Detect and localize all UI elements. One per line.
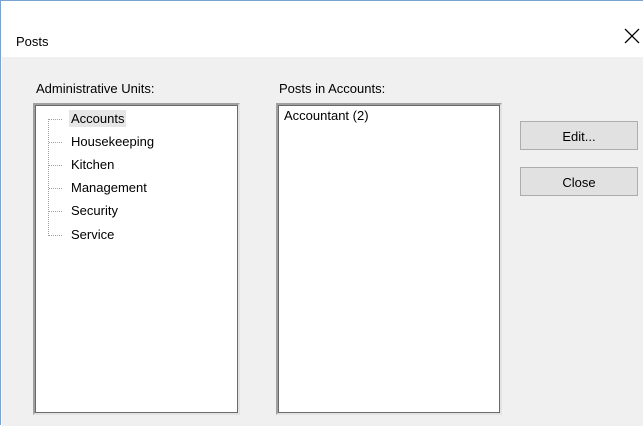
edit-button[interactable]: Edit... — [520, 121, 638, 150]
posts-label: Posts in Accounts: — [279, 81, 386, 96]
tree-item-kitchen[interactable]: Kitchen — [69, 156, 116, 173]
admin-units-tree[interactable]: Accounts Housekeeping Kitchen Management… — [33, 103, 240, 415]
tree-item-security[interactable]: Security — [69, 202, 120, 219]
tree-item-service[interactable]: Service — [69, 226, 116, 243]
tree-item-accounts[interactable]: Accounts — [69, 110, 127, 127]
title-bar: Posts — [1, 1, 643, 57]
tree-item-management[interactable]: Management — [69, 179, 149, 196]
dialog-body: Administrative Units: Accounts Housekeep… — [2, 57, 643, 426]
tree-item-housekeeping[interactable]: Housekeeping — [69, 133, 156, 150]
close-button[interactable]: Close — [520, 167, 638, 196]
close-icon[interactable] — [621, 25, 643, 47]
window-title: Posts — [16, 34, 49, 49]
admin-units-label: Administrative Units: — [36, 81, 155, 96]
posts-dialog: Posts Administrative Units: Accounts Hou… — [0, 0, 643, 426]
list-item[interactable]: Accountant (2) — [284, 107, 369, 124]
posts-list[interactable]: Accountant (2) — [276, 103, 502, 415]
